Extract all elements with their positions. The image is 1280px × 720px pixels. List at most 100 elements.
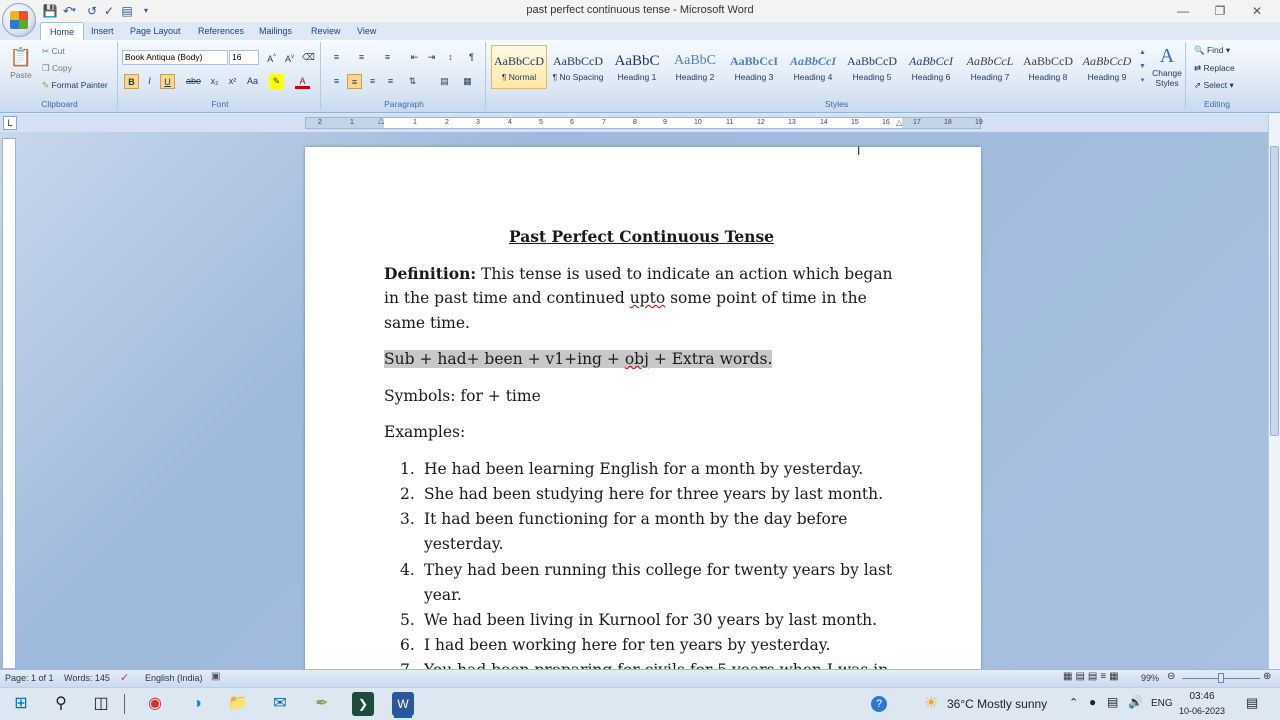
grow-font-icon[interactable]: A^ [264, 50, 279, 65]
select-button[interactable]: ⇗ Select ▾ [1194, 80, 1234, 91]
proofing-icon[interactable]: ✓ [120, 671, 129, 684]
show-hidden-icons-icon[interactable]: ⌃ [1069, 696, 1078, 709]
clock-time[interactable]: 03:46 [1178, 691, 1226, 702]
shrink-font-icon[interactable]: Av [282, 50, 297, 65]
borders-icon[interactable]: ▦ [460, 74, 475, 89]
superscript-icon[interactable]: x² [225, 74, 240, 89]
clock-date[interactable]: 10-06-2023 [1178, 706, 1226, 716]
volume-icon[interactable]: 🔊 [1128, 695, 1143, 709]
word-count[interactable]: Words: 145 [64, 673, 110, 683]
file-explorer-icon[interactable]: 📁 [225, 692, 251, 716]
chrome-icon[interactable]: ◉ [142, 692, 168, 716]
tab-insert[interactable]: Insert [82, 22, 123, 40]
numbering-icon[interactable]: ≡ [354, 50, 369, 65]
print-preview-icon[interactable]: ▤ [119, 3, 135, 19]
terminal-icon[interactable]: ❯ [352, 692, 374, 716]
shading-icon[interactable]: ▤ [437, 74, 452, 89]
page-count[interactable]: Page: 1 of 1 [5, 673, 54, 683]
replace-button[interactable]: ⇄ Replace [1194, 63, 1235, 74]
tab-page-layout[interactable]: Page Layout [121, 22, 190, 40]
align-right-icon[interactable]: ≡ [365, 74, 380, 89]
format-painter-button[interactable]: ✎ Format Painter [42, 80, 108, 91]
subscript-icon[interactable]: x₂ [207, 74, 222, 89]
help-icon[interactable]: ? [871, 696, 887, 712]
right-indent-marker[interactable]: △ [896, 118, 902, 127]
line-spacing-icon[interactable]: ⇅ [405, 74, 420, 89]
style-heading-9[interactable]: AaBbCcD Heading 9 [1079, 45, 1135, 89]
change-styles-button[interactable]: A Change Styles [1150, 44, 1184, 94]
vertical-ruler[interactable] [2, 138, 16, 669]
macro-record-icon[interactable]: ▣ [211, 671, 220, 682]
style-heading-7[interactable]: AaBbCcL Heading 7 [962, 45, 1018, 89]
multilevel-list-icon[interactable]: ≡ [380, 50, 395, 65]
strikethrough-icon[interactable]: abe [186, 74, 201, 89]
style-heading-1[interactable]: AaBbC Heading 1 [609, 45, 665, 89]
change-case-icon[interactable]: Aa [245, 74, 260, 89]
font-size-combo[interactable]: 16 [229, 50, 259, 65]
align-center-icon[interactable]: ≡ [347, 74, 362, 89]
paste-button[interactable]: 📋 Paste [8, 44, 34, 88]
underline-icon[interactable]: U [160, 74, 175, 89]
microphone-icon[interactable]: ● [1089, 695, 1096, 709]
view-buttons[interactable]: ▦▤▤≡▦ [1063, 671, 1122, 682]
edge-icon[interactable]: ◑ [184, 692, 210, 716]
tab-view[interactable]: View [348, 22, 385, 40]
save-icon[interactable]: 💾 [42, 3, 58, 19]
font-name-combo[interactable]: Book Antiqua (Body) [122, 50, 228, 65]
style-heading-2[interactable]: AaBbC Heading 2 [667, 45, 723, 89]
align-left-icon[interactable]: ≡ [329, 74, 344, 89]
decrease-indent-icon[interactable]: ⇤ [407, 50, 422, 65]
network-icon[interactable]: ▤ [1107, 695, 1118, 709]
windows-start-icon[interactable]: ⊞ [8, 692, 34, 716]
weather-text[interactable]: 36°C Mostly sunny [947, 697, 1047, 711]
spelling-icon[interactable]: ✓ [101, 3, 117, 19]
style-normal[interactable]: AaBbCcD ¶ Normal [491, 45, 547, 89]
styles-scroll[interactable]: ▲ ▼ ▾ [1137, 46, 1148, 88]
weather-icon[interactable]: ☀ [918, 692, 944, 716]
close-button[interactable]: ✕ [1240, 2, 1274, 20]
zoom-slider-thumb[interactable] [1218, 673, 1224, 683]
style-heading-5[interactable]: AaBbCcD Heading 5 [844, 45, 900, 89]
scrollbar-thumb[interactable] [1270, 146, 1279, 436]
clear-formatting-icon[interactable]: ⌫ [301, 50, 316, 65]
zoom-in-icon[interactable]: ⊕ [1263, 671, 1271, 682]
increase-indent-icon[interactable]: ⇥ [424, 50, 439, 65]
show-formatting-icon[interactable]: ¶ [464, 50, 479, 65]
copy-button[interactable]: ❐ Copy [42, 63, 72, 74]
customize-qat-icon[interactable]: ▾ [141, 3, 151, 19]
indent-marker[interactable]: △ [378, 116, 384, 125]
justify-icon[interactable]: ≡ [383, 74, 398, 89]
tab-home[interactable]: Home [40, 22, 85, 40]
zoom-out-icon[interactable]: ⊖ [1167, 671, 1175, 682]
language-indicator[interactable]: English (India) [145, 673, 203, 683]
undo-dropdown-icon[interactable]: ▾ [70, 3, 78, 19]
bullets-icon[interactable]: ≡ [329, 50, 344, 65]
notifications-icon[interactable]: ▤ [1246, 695, 1258, 711]
office-button[interactable] [2, 3, 36, 37]
style-no-spacing[interactable]: AaBbCcD ¶ No Spacing [550, 45, 606, 89]
vertical-scrollbar[interactable] [1268, 114, 1280, 669]
minimize-button[interactable]: — [1166, 2, 1200, 20]
restore-button[interactable]: ❐ [1203, 2, 1237, 20]
highlight-icon[interactable]: ✎ [269, 74, 284, 89]
cut-button[interactable]: ✂ Cut [42, 46, 65, 57]
task-view-icon[interactable]: ◫ [88, 692, 114, 716]
tab-references[interactable]: References [189, 22, 253, 40]
find-button[interactable]: 🔍 Find ▾ [1194, 45, 1230, 56]
style-heading-4[interactable]: AaBbCcI Heading 4 [785, 45, 841, 89]
style-heading-8[interactable]: AaBbCcD Heading 8 [1020, 45, 1076, 89]
italic-icon[interactable]: I [142, 74, 157, 89]
zoom-level[interactable]: 99% [1141, 673, 1159, 683]
bold-icon[interactable]: B [124, 74, 139, 89]
style-heading-3[interactable]: AaBbCcI Heading 3 [726, 45, 782, 89]
mail-icon[interactable]: ✉ [267, 692, 293, 716]
tab-mailings[interactable]: Mailings [250, 22, 301, 40]
font-color-icon[interactable]: A [295, 74, 310, 89]
input-language[interactable]: ENG [1151, 698, 1173, 709]
tab-selector[interactable]: L [3, 116, 17, 130]
redo-icon[interactable]: ↺ [84, 3, 100, 19]
pen-app-icon[interactable]: ✒ [309, 692, 335, 716]
horizontal-ruler[interactable]: 2 1 1 2 3 4 5 6 7 8 9 10 11 12 13 14 15 … [305, 117, 983, 129]
word-app-icon[interactable]: W [392, 692, 414, 716]
style-heading-6[interactable]: AaBbCcI Heading 6 [903, 45, 959, 89]
